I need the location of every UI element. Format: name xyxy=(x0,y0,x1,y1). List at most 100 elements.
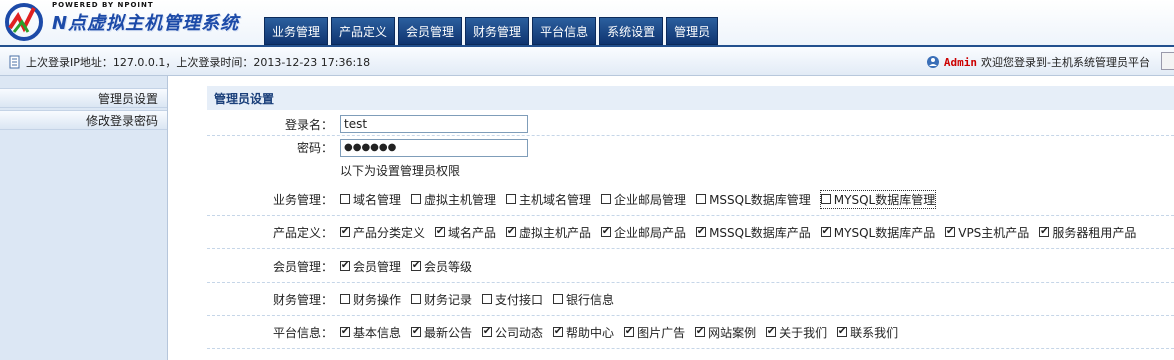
nav-tab-business[interactable]: 业务管理 xyxy=(264,17,329,45)
perm-checkbox[interactable]: ✔ 虚拟主机产品 xyxy=(506,224,591,241)
checkbox-checked-icon[interactable]: ✔ xyxy=(820,227,831,237)
perm-checkbox[interactable]: 企业邮局管理 xyxy=(601,191,686,208)
sidebar-item-change-password[interactable]: 修改登录密码 xyxy=(0,110,167,130)
perm-checkbox-label: 服务器租用产品 xyxy=(1052,225,1137,240)
checkbox-empty-icon[interactable] xyxy=(601,194,612,204)
checkbox-checked-icon[interactable]: ✔ xyxy=(696,227,707,237)
perm-checkbox[interactable]: ✔ 帮助中心 xyxy=(553,324,614,341)
nav-tab-members[interactable]: 会员管理 xyxy=(398,17,463,45)
checkbox-checked-icon[interactable]: ✔ xyxy=(506,227,517,237)
checkbox-checked-icon[interactable]: ✔ xyxy=(624,327,635,337)
perm-row-products: 产品定义： ✔ 产品分类定义 ✔ 域名产品 ✔ 虚拟主机产品 ✔ 企业邮局产品 ✔ MSSQL数据库… xyxy=(207,216,1174,249)
checkbox-checked-icon[interactable]: ✔ xyxy=(340,227,350,237)
perm-checkbox-label: 最新公告 xyxy=(424,325,473,340)
perm-row-platform: 平台信息： ✔ 基本信息 ✔ 最新公告 ✔ 公司动态 ✔ 帮助中心 ✔ 图片广告 ✔ 网站案例 ✔ 关于我们… xyxy=(207,316,1174,349)
checkbox-empty-icon[interactable] xyxy=(411,294,422,304)
checkbox-empty-icon[interactable] xyxy=(411,194,422,204)
checkbox-empty-icon[interactable] xyxy=(696,194,707,204)
perm-checkbox[interactable]: 财务记录 xyxy=(411,291,472,308)
perm-checkbox[interactable]: ✔ 会员管理 xyxy=(340,258,401,275)
brand-title: N点虚拟主机管理系统 xyxy=(52,13,240,34)
checkbox-empty-icon[interactable] xyxy=(340,194,350,204)
checkbox-checked-icon[interactable]: ✔ xyxy=(695,327,706,337)
perm-checkbox[interactable]: ✔ 公司动态 xyxy=(482,324,543,341)
checkbox-empty-icon[interactable] xyxy=(506,194,517,204)
nav-tab-settings[interactable]: 系统设置 xyxy=(599,17,664,45)
perm-group-label: 会员管理： xyxy=(272,259,333,274)
perm-checkbox[interactable]: ✔ 服务器租用产品 xyxy=(1039,224,1136,241)
perm-checkbox[interactable]: ✔ 基本信息 xyxy=(340,324,401,341)
perm-hint: 以下为设置管理员权限 xyxy=(340,164,461,178)
edge-button[interactable] xyxy=(1161,52,1174,70)
checkbox-checked-icon[interactable]: ✔ xyxy=(340,261,350,271)
welcome-text: 欢迎您登录到-主机系统管理员平台 xyxy=(981,56,1150,69)
checkbox-empty-icon[interactable] xyxy=(553,294,564,304)
perm-checkbox-label: 银行信息 xyxy=(566,292,615,307)
checkbox-checked-icon[interactable]: ✔ xyxy=(340,327,350,337)
perm-checkbox-label: 会员管理 xyxy=(353,259,402,274)
perm-group-label: 平台信息： xyxy=(272,325,333,340)
perm-checkbox[interactable]: MSSQL数据库管理 xyxy=(696,191,811,208)
perm-hint-row: 以下为设置管理员权限 xyxy=(207,159,1174,182)
checkbox-empty-icon[interactable] xyxy=(340,294,350,304)
perm-checkbox[interactable]: ✔ MYSQL数据库产品 xyxy=(820,224,936,241)
perm-checkbox-label: 企业邮局管理 xyxy=(614,192,687,207)
checkbox-checked-icon[interactable]: ✔ xyxy=(553,327,564,337)
perm-checkbox-label: 企业邮局产品 xyxy=(614,225,687,240)
checkbox-checked-icon[interactable]: ✔ xyxy=(435,227,446,237)
nav-tab-finance[interactable]: 财务管理 xyxy=(465,17,530,45)
perm-checkbox[interactable]: MYSQL数据库管理 xyxy=(819,189,937,209)
perm-checkbox[interactable]: ✔ 域名产品 xyxy=(435,224,496,241)
perm-group-label: 业务管理： xyxy=(272,192,333,207)
perm-checkbox-label: 产品分类定义 xyxy=(353,225,426,240)
user-icon xyxy=(926,56,939,68)
perm-checkbox-label: 虚拟主机产品 xyxy=(519,225,592,240)
sidebar-item-admin-settings[interactable]: 管理员设置 xyxy=(0,88,167,108)
perm-checkbox[interactable]: ✔ VPS主机产品 xyxy=(945,224,1029,241)
perm-checkbox[interactable]: ✔ 网站案例 xyxy=(695,324,756,341)
perm-checkbox[interactable]: ✔ 企业邮局产品 xyxy=(601,224,686,241)
perm-checkbox[interactable]: ✔ 产品分类定义 xyxy=(340,224,425,241)
perm-checkbox[interactable]: 虚拟主机管理 xyxy=(411,191,496,208)
perm-checkbox[interactable]: ✔ 图片广告 xyxy=(624,324,685,341)
perm-checkbox-label: 支付接口 xyxy=(495,292,544,307)
nav-tab-admin[interactable]: 管理员 xyxy=(666,17,719,45)
perm-checkbox[interactable]: ✔ 联系我们 xyxy=(837,324,898,341)
sidebar: 管理员设置 修改登录密码 xyxy=(0,76,168,360)
perm-checkbox[interactable]: 域名管理 xyxy=(340,191,401,208)
checkbox-empty-icon[interactable] xyxy=(820,194,831,204)
password-input[interactable]: ●●●●●● xyxy=(340,138,528,157)
perm-checkbox-label: 联系我们 xyxy=(850,325,899,340)
perm-row-members: 会员管理： ✔ 会员管理 ✔ 会员等级 xyxy=(207,250,1174,283)
checkbox-checked-icon[interactable]: ✔ xyxy=(482,327,493,337)
perm-group-label: 财务管理： xyxy=(272,292,333,307)
perm-checkbox-label: MYSQL数据库产品 xyxy=(833,225,936,240)
perm-checkbox-label: MSSQL数据库管理 xyxy=(709,192,811,207)
perm-checkbox[interactable]: ✔ 关于我们 xyxy=(766,324,827,341)
perm-checkbox[interactable]: ✔ 最新公告 xyxy=(411,324,472,341)
perm-checkbox[interactable]: 银行信息 xyxy=(553,291,614,308)
perm-checkbox-label: 财务操作 xyxy=(353,292,402,307)
checkbox-checked-icon[interactable]: ✔ xyxy=(1039,227,1050,237)
welcome-info: Admin 欢迎您登录到-主机系统管理员平台 xyxy=(926,54,1150,70)
checkbox-checked-icon[interactable]: ✔ xyxy=(411,261,422,271)
perm-checkbox-label: MYSQL数据库管理 xyxy=(833,192,936,207)
perm-checkbox[interactable]: ✔ 会员等级 xyxy=(411,258,472,275)
admin-username: Admin xyxy=(943,55,978,69)
perm-checkbox[interactable]: ✔ MSSQL数据库产品 xyxy=(696,224,811,241)
checkbox-checked-icon[interactable]: ✔ xyxy=(945,227,956,237)
checkbox-checked-icon[interactable]: ✔ xyxy=(601,227,612,237)
checkbox-checked-icon[interactable]: ✔ xyxy=(411,327,422,337)
perm-checkbox[interactable]: 财务操作 xyxy=(340,291,401,308)
checkbox-checked-icon[interactable]: ✔ xyxy=(837,327,848,337)
checkbox-empty-icon[interactable] xyxy=(482,294,493,304)
perm-checkbox-label: 会员等级 xyxy=(424,259,473,274)
perm-group-label: 产品定义： xyxy=(272,225,333,240)
checkbox-checked-icon[interactable]: ✔ xyxy=(766,327,777,337)
nav-tab-platform[interactable]: 平台信息 xyxy=(532,17,597,45)
perm-checkbox[interactable]: 主机域名管理 xyxy=(506,191,591,208)
nav-tab-products[interactable]: 产品定义 xyxy=(331,17,396,45)
username-input[interactable]: test xyxy=(340,115,528,133)
perm-checkbox-label: 财务记录 xyxy=(424,292,473,307)
perm-checkbox[interactable]: 支付接口 xyxy=(482,291,543,308)
